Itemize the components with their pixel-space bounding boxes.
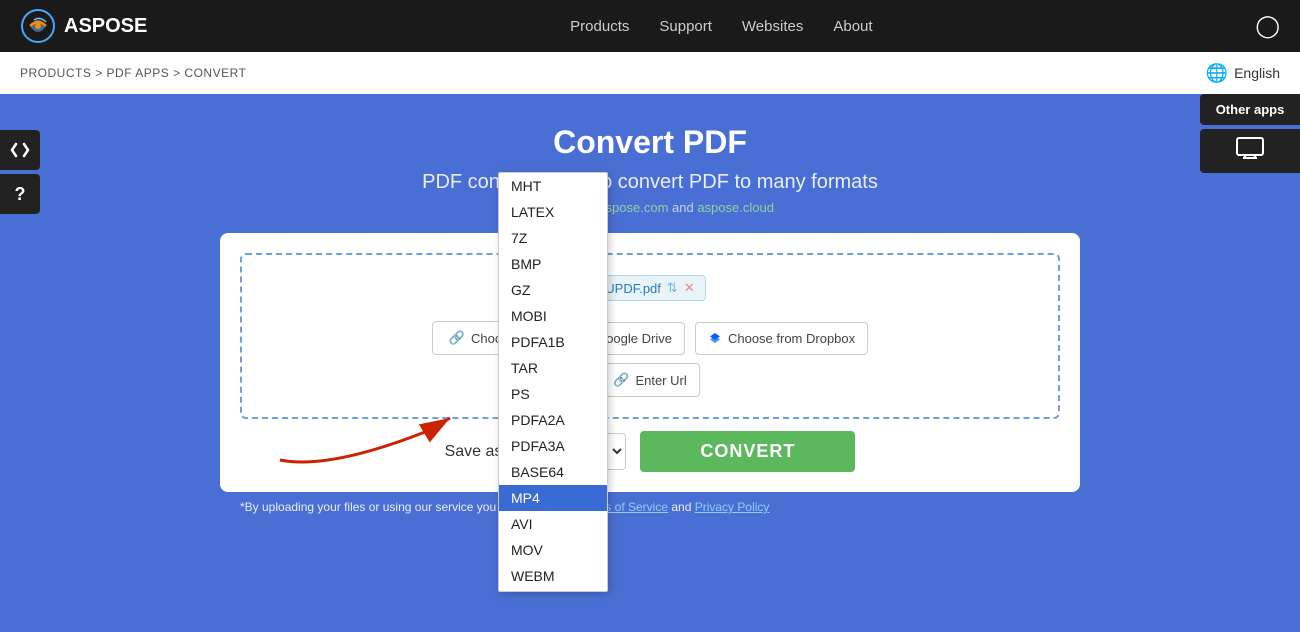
nav-support[interactable]: Support (659, 18, 712, 35)
page-title: Convert PDF (20, 124, 1280, 161)
privacy-link[interactable]: Privacy Policy (695, 500, 770, 514)
dropdown-item-mp4[interactable]: MP4 (499, 485, 607, 511)
monitor-button[interactable] (1200, 129, 1300, 173)
logo-icon (20, 8, 56, 44)
format-dropdown[interactable]: MHTLATEX7ZBMPGZMOBIPDFA1BTARPSPDFA2APDFA… (498, 172, 608, 592)
dropdown-item-mht[interactable]: MHT (499, 173, 607, 199)
logo[interactable]: ASPOSE (20, 8, 147, 44)
question-icon: ? (15, 184, 26, 205)
save-as-label: Save as (445, 443, 503, 461)
dropdown-item-tar[interactable]: TAR (499, 355, 607, 381)
aspose-com-link[interactable]: aspose.com (598, 200, 668, 215)
main-content: Convert PDF PDF converter app to convert… (0, 94, 1300, 542)
dropdown-item-latex[interactable]: LATEX (499, 199, 607, 225)
breadcrumb-convert: CONVERT (184, 66, 246, 80)
nav-right: ◯ (1255, 13, 1280, 39)
arrows-icon (10, 142, 30, 158)
dropdown-item-avi[interactable]: AVI (499, 511, 607, 537)
user-icon[interactable]: ◯ (1255, 13, 1280, 39)
dropdown-item-gz[interactable]: GZ (499, 277, 607, 303)
aspose-cloud-link[interactable]: aspose.cloud (697, 200, 774, 215)
breadcrumb-bar: PRODUCTS > PDF APPS > CONVERT 🌐 English (0, 52, 1300, 94)
page-subtitle: PDF converter app to convert PDF to many… (20, 171, 1280, 194)
breadcrumb-products[interactable]: PRODUCTS (20, 66, 91, 80)
dropdown-item-pdfa1b[interactable]: PDFA1B (499, 329, 607, 355)
convert-button[interactable]: CONVERT (640, 431, 855, 472)
remove-file-icon[interactable]: ✕ (684, 280, 695, 296)
page-credit: Powered by aspose.com and aspose.cloud (20, 200, 1280, 215)
dropbox-icon (708, 331, 722, 345)
convert-row: Save as DOCX DOC PDF PPTX XLSX HTML PNG … (240, 431, 1060, 472)
dropbox-button[interactable]: Choose from Dropbox (695, 322, 868, 355)
nav-websites[interactable]: Websites (742, 18, 803, 35)
dropdown-item-7z[interactable]: 7Z (499, 225, 607, 251)
help-button[interactable]: ? (0, 174, 40, 214)
nav-products[interactable]: Products (570, 18, 629, 35)
nav-links: Products Support Websites About (187, 18, 1255, 35)
link-icon: 🔗 (449, 330, 465, 346)
side-buttons: ? (0, 130, 40, 214)
url-action: 🔗 Enter Url (600, 363, 699, 397)
file-chip: UPDF.pdf ⇅ ✕ (594, 275, 705, 301)
url-link-icon: 🔗 (613, 372, 629, 388)
sort-arrows-icon: ⇅ (667, 280, 678, 296)
dropdown-item-bmp[interactable]: BMP (499, 251, 607, 277)
dropdown-item-mov[interactable]: MOV (499, 537, 607, 563)
nav-about[interactable]: About (833, 18, 872, 35)
enter-url-button[interactable]: 🔗 Enter Url (600, 363, 699, 397)
other-apps-panel: Other apps (1200, 94, 1300, 173)
upload-container: UPDF.pdf ⇅ ✕ 🔗 Choose file Google Drive (220, 233, 1080, 492)
drop-zone[interactable]: UPDF.pdf ⇅ ✕ 🔗 Choose file Google Drive (240, 253, 1060, 419)
dropdown-item-webm[interactable]: WEBM (499, 563, 607, 589)
dropdown-item-pdfa3a[interactable]: PDFA3A (499, 433, 607, 459)
monitor-icon (1236, 137, 1264, 159)
language-label: English (1234, 65, 1280, 81)
language-selector[interactable]: 🌐 English (1206, 63, 1280, 84)
other-apps-button[interactable]: Other apps (1200, 94, 1300, 125)
dropdown-item-wmv[interactable]: WMV (499, 589, 607, 592)
dropdown-item-pdfa2a[interactable]: PDFA2A (499, 407, 607, 433)
nav-arrows-button[interactable] (0, 130, 40, 170)
tos-line: *By uploading your files or using our se… (220, 500, 1080, 514)
top-navigation: ASPOSE Products Support Websites About ◯ (0, 0, 1300, 52)
globe-icon: 🌐 (1206, 63, 1228, 84)
dropdown-item-mobi[interactable]: MOBI (499, 303, 607, 329)
dropdown-item-ps[interactable]: PS (499, 381, 607, 407)
dropdown-item-base64[interactable]: BASE64 (499, 459, 607, 485)
breadcrumb: PRODUCTS > PDF APPS > CONVERT (20, 66, 246, 80)
logo-text: ASPOSE (64, 15, 147, 38)
file-name: UPDF.pdf (605, 281, 661, 296)
breadcrumb-pdf-apps[interactable]: PDF APPS (107, 66, 170, 80)
